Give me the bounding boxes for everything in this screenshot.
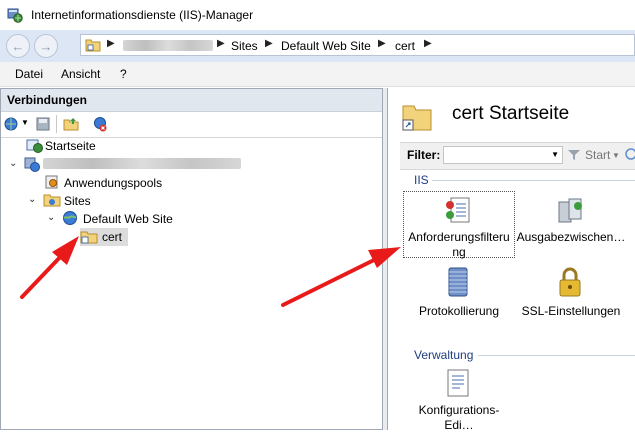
group-divider (432, 180, 635, 181)
redacted-server-tree-item[interactable] (43, 158, 241, 169)
dropdown-arrow-icon[interactable]: ▼ (21, 118, 29, 127)
up-folder-icon[interactable] (63, 116, 79, 132)
tree-item-startseite[interactable]: Startseite (45, 139, 96, 153)
feature-label-request-filtering: Anforderungsfilteru ng (408, 230, 510, 259)
menu-ansicht[interactable]: Ansicht (61, 67, 100, 81)
forward-arrow-icon: → (39, 38, 53, 54)
title-bar: Internetinformationsdienste (IIS)-Manage… (0, 0, 635, 30)
group-divider (478, 355, 635, 356)
connect-globe-icon[interactable] (4, 116, 20, 132)
sites-folder-icon (43, 194, 61, 207)
server-icon (24, 157, 40, 172)
filter-input[interactable]: ▼ (443, 146, 563, 164)
connections-title: Verbindungen (7, 93, 88, 107)
breadcrumb-separator[interactable]: ▶ (378, 38, 386, 49)
logging-icon (448, 267, 468, 297)
forward-button[interactable]: → (34, 34, 58, 58)
cert-folder-large-icon (402, 105, 432, 131)
breadcrumb-separator[interactable]: ▶ (265, 38, 273, 49)
virtual-folder-icon (80, 231, 98, 244)
tree-expand-icon[interactable]: ⌄ (9, 158, 17, 169)
iis-app-icon (7, 8, 23, 23)
tree-item-sites[interactable]: Sites (64, 194, 91, 208)
start-button[interactable]: Start (585, 148, 610, 162)
folder-icon (85, 39, 101, 52)
back-arrow-icon: ← (11, 38, 25, 54)
group-label-iis: IIS (414, 173, 429, 187)
address-breadcrumb[interactable]: ▶ ▶ Sites ▶ Default Web Site ▶ cert ▶ (80, 34, 635, 56)
breadcrumb-cert[interactable]: cert (395, 39, 415, 53)
tree-expand-icon[interactable]: ⌄ (28, 194, 36, 205)
breadcrumb-separator[interactable]: ▶ (424, 38, 432, 49)
back-button[interactable]: ← (6, 34, 30, 58)
group-label-verwaltung: Verwaltung (414, 348, 474, 362)
breadcrumb-separator[interactable]: ▶ (107, 38, 115, 49)
ssl-lock-icon (559, 267, 581, 297)
connections-header: Verbindungen (1, 89, 382, 112)
menu-bar: Datei Ansicht ? (0, 62, 635, 87)
filter-dropdown-icon[interactable]: ▼ (551, 150, 559, 159)
output-caching-icon (558, 198, 582, 223)
feature-label-ssl-settings[interactable]: SSL-Einstellungen (516, 304, 626, 319)
page-title: cert Startseite (452, 103, 570, 124)
home-page-icon (26, 139, 43, 153)
feature-label-configuration-editor[interactable]: Konfigurations-Edi… (404, 403, 514, 433)
tree-item-cert-label: cert (102, 230, 123, 244)
feature-label-logging[interactable]: Protokollierung (404, 304, 514, 319)
breadcrumb-separator[interactable]: ▶ (217, 38, 225, 49)
toolbar-divider (56, 115, 57, 133)
funnel-icon (568, 150, 580, 160)
disconnect-icon[interactable] (92, 116, 108, 132)
web-site-globe-icon (63, 211, 77, 225)
configuration-editor-icon (447, 369, 469, 397)
breadcrumb-sites[interactable]: Sites (231, 39, 258, 53)
start-dropdown-icon[interactable]: ▼ (612, 151, 620, 160)
tree-item-anwendungspools[interactable]: Anwendungspools (64, 176, 162, 190)
save-icon[interactable] (35, 116, 51, 132)
address-row: ← → ▶ ▶ Sites ▶ Default Web Site ▶ cert … (0, 30, 635, 62)
app-pools-icon (45, 175, 58, 189)
tree-item-default-web-site[interactable]: Default Web Site (83, 212, 173, 226)
tree-expand-icon[interactable]: ⌄ (47, 212, 55, 223)
menu-help[interactable]: ? (120, 67, 127, 81)
redacted-server-name[interactable] (123, 40, 213, 51)
connections-toolbar: ▼ (1, 111, 382, 138)
breadcrumb-default-web-site[interactable]: Default Web Site (281, 39, 371, 53)
filter-label: Filter: (407, 148, 441, 162)
feature-label-output-caching[interactable]: Ausgabezwischen… (516, 230, 626, 245)
request-filtering-icon (446, 197, 470, 223)
window-title: Internetinformationsdienste (IIS)-Manage… (31, 8, 254, 22)
menu-datei[interactable]: Datei (15, 67, 43, 81)
show-all-icon[interactable] (623, 147, 635, 161)
